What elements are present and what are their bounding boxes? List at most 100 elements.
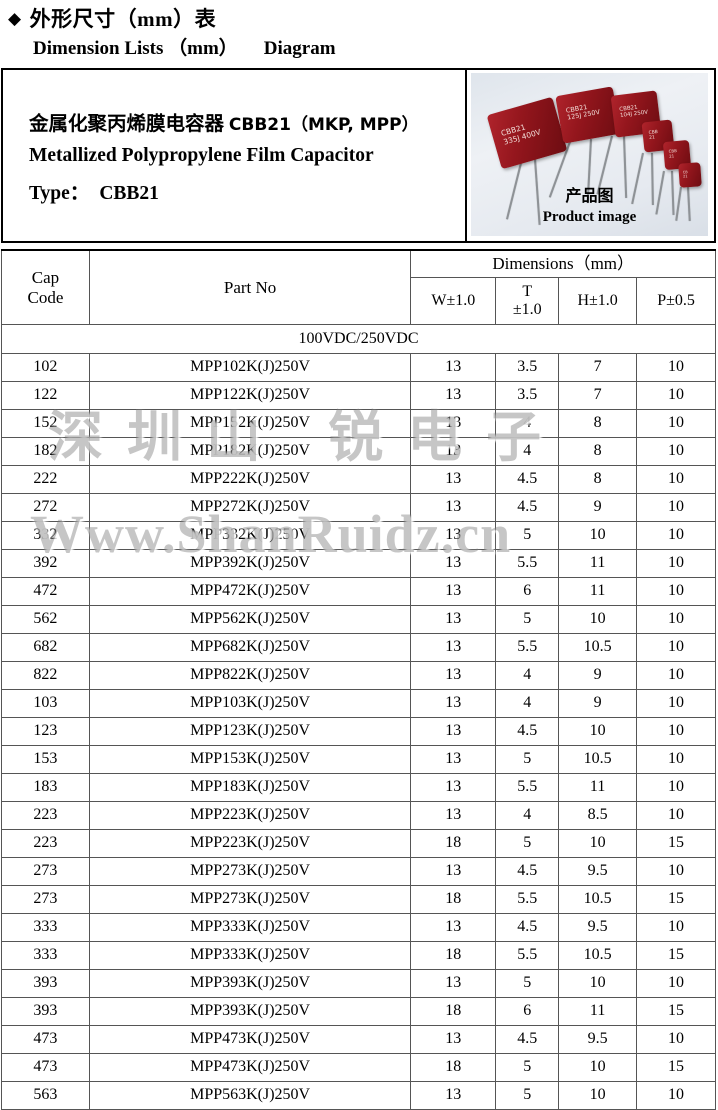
cell-cap-code: 272 <box>1 493 90 522</box>
cell-t: 5 <box>495 969 560 998</box>
cell-p: 10 <box>636 857 716 886</box>
cell-w: 13 <box>410 549 497 578</box>
cell-w: 13 <box>410 605 497 634</box>
cell-cap-code: 183 <box>1 773 90 802</box>
table-header: Cap Code Part No Dimensions（mm） W±1.0 T … <box>1 249 716 325</box>
cell-part-no: MPP473K(J)250V <box>88 1025 412 1054</box>
cell-part-no: MPP393K(J)250V <box>88 969 412 998</box>
product-type-value: CBB21 <box>99 182 159 204</box>
dimensions-table: Cap Code Part No Dimensions（mm） W±1.0 T … <box>1 249 716 1110</box>
table-row: 682 MPP682K(J)250V 13 5.5 10.5 10 <box>1 633 716 662</box>
cell-part-no: MPP393K(J)250V <box>88 997 412 1026</box>
column-header-part-no: Part No <box>88 249 412 325</box>
product-title-chinese-text: 金属化聚丙烯膜电容器 <box>29 113 225 135</box>
cell-w: 13 <box>410 745 497 774</box>
heading-line-chinese: ◆ 外形尺寸（mm）表 <box>8 3 216 33</box>
cell-part-no: MPP332K(J)250V <box>88 521 412 550</box>
cell-w: 13 <box>410 969 497 998</box>
cell-h: 10.5 <box>558 941 638 970</box>
cell-cap-code: 223 <box>1 829 90 858</box>
table-row: 333 MPP333K(J)250V 18 5.5 10.5 15 <box>1 941 716 970</box>
column-header-dimensions: Dimensions（mm） <box>410 249 716 278</box>
cell-h: 9 <box>558 661 638 690</box>
cell-w: 13 <box>410 717 497 746</box>
table-row: 273 MPP273K(J)250V 18 5.5 10.5 15 <box>1 885 716 914</box>
table-row: 822 MPP822K(J)250V 13 4 9 10 <box>1 661 716 690</box>
cell-cap-code: 822 <box>1 661 90 690</box>
cell-h: 7 <box>558 381 638 410</box>
title-and-image-row: 金属化聚丙烯膜电容器 CBB21（MKP, MPP） Metallized Po… <box>1 68 716 243</box>
cell-p: 10 <box>636 661 716 690</box>
cell-cap-code: 103 <box>1 689 90 718</box>
capacitor-label: CBB 21 <box>668 148 678 159</box>
cell-t: 5 <box>495 521 560 550</box>
cell-p: 10 <box>636 605 716 634</box>
cell-cap-code: 273 <box>1 885 90 914</box>
cell-cap-code: 102 <box>1 353 90 382</box>
photo-caption-chinese: 产品图 <box>565 188 614 205</box>
cell-p: 10 <box>636 1025 716 1054</box>
cell-h: 8 <box>558 437 638 466</box>
cell-cap-code: 152 <box>1 409 90 438</box>
cell-p: 15 <box>636 829 716 858</box>
capacitor-label: CBB 21 <box>648 129 659 142</box>
cell-t: 6 <box>495 997 560 1026</box>
cell-w: 13 <box>410 353 497 382</box>
cell-p: 15 <box>636 885 716 914</box>
cell-p: 10 <box>636 577 716 606</box>
table-row: 473 MPP473K(J)250V 13 4.5 9.5 10 <box>1 1025 716 1054</box>
product-type-label: Type： <box>29 182 90 204</box>
cell-cap-code: 473 <box>1 1053 90 1082</box>
product-photo: CBB21 335J 400V CBB21 125J 250V CBB21 10… <box>471 73 708 236</box>
cell-t: 5 <box>495 1053 560 1082</box>
cell-part-no: MPP122K(J)250V <box>88 381 412 410</box>
cell-cap-code: 122 <box>1 381 90 410</box>
cell-w: 18 <box>410 885 497 914</box>
cell-h: 8 <box>558 465 638 494</box>
cell-cap-code: 472 <box>1 577 90 606</box>
cell-p: 10 <box>636 465 716 494</box>
cell-h: 10 <box>558 717 638 746</box>
table-row: 223 MPP223K(J)250V 13 4 8.5 10 <box>1 801 716 830</box>
capacitor-body: CBB21 125J 250V <box>555 86 621 144</box>
column-header-cap-code: Cap Code <box>1 249 90 325</box>
cell-w: 18 <box>410 829 497 858</box>
cell-w: 18 <box>410 1053 497 1082</box>
table-section-header: 100VDC/250VDC <box>1 324 716 354</box>
cell-t: 4.5 <box>495 1025 560 1054</box>
cell-w: 13 <box>410 381 497 410</box>
page-heading: ◆ 外形尺寸（mm）表 Dimension Lists （mm） Diagram <box>0 0 718 62</box>
table-row: 182 MPP182K(J)250V 13 4 8 10 <box>1 437 716 466</box>
cell-h: 10.5 <box>558 633 638 662</box>
cell-t: 5.5 <box>495 941 560 970</box>
cell-part-no: MPP152K(J)250V <box>88 409 412 438</box>
table-row: 152 MPP152K(J)250V 13 4 8 10 <box>1 409 716 438</box>
capacitor-label: CB 21 <box>682 170 688 179</box>
cell-part-no: MPP222K(J)250V <box>88 465 412 494</box>
cell-t: 5.5 <box>495 633 560 662</box>
cell-w: 13 <box>410 437 497 466</box>
product-title-cell: 金属化聚丙烯膜电容器 CBB21（MKP, MPP） Metallized Po… <box>3 70 467 241</box>
table-row: 562 MPP562K(J)250V 13 5 10 10 <box>1 605 716 634</box>
cell-cap-code: 123 <box>1 717 90 746</box>
cell-w: 13 <box>410 521 497 550</box>
column-header-t: T ±1.0 <box>495 277 560 325</box>
cell-w: 13 <box>410 913 497 942</box>
cell-w: 13 <box>410 465 497 494</box>
cell-h: 10 <box>558 521 638 550</box>
product-model-code: CBB21（MKP, MPP） <box>228 114 419 135</box>
cell-cap-code: 393 <box>1 997 90 1026</box>
table-body: 102 MPP102K(J)250V 13 3.5 7 10 122 MPP122K(J)25… <box>1 353 716 1110</box>
cell-h: 10 <box>558 1053 638 1082</box>
cell-part-no: MPP563K(J)250V <box>88 1081 412 1110</box>
table-row: 222 MPP222K(J)250V 13 4.5 8 10 <box>1 465 716 494</box>
cell-p: 10 <box>636 521 716 550</box>
table-row: 273 MPP273K(J)250V 13 4.5 9.5 10 <box>1 857 716 886</box>
cell-cap-code: 222 <box>1 465 90 494</box>
cell-h: 11 <box>558 549 638 578</box>
cell-p: 10 <box>636 381 716 410</box>
cell-w: 13 <box>410 577 497 606</box>
capacitor-label: CBB21 335J 400V <box>499 122 542 147</box>
cell-t: 5 <box>495 829 560 858</box>
t-header-line2: ±1.0 <box>512 301 542 318</box>
